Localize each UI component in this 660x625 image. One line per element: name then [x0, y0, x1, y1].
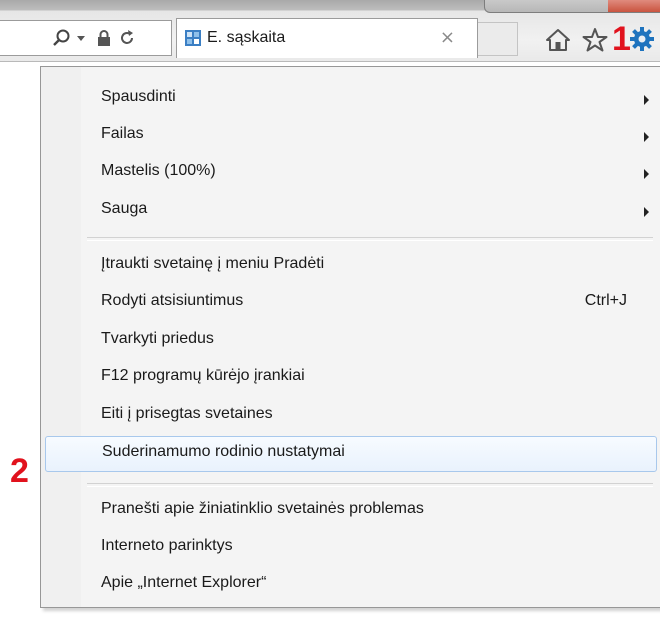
menu-item-about-internet-explorer[interactable]: Apie „Internet Explorer“: [43, 567, 655, 603]
submenu-arrow-icon: [644, 132, 649, 142]
menu-item-file[interactable]: Failas: [43, 118, 655, 154]
annotation-marker-2: 2: [10, 452, 29, 490]
menu-separator: [87, 483, 653, 487]
menu-item-label: Įtraukti svetainę į meniu Pradėti: [101, 255, 325, 272]
menu-item-label: Pranešti apie žiniatinklio svetainės pro…: [101, 500, 424, 517]
tools-gear-icon[interactable]: [628, 25, 654, 51]
menu-item-label: Eiti į prisegtas svetaines: [101, 405, 273, 422]
window-controls[interactable]: [484, 0, 660, 13]
submenu-arrow-icon: [644, 207, 649, 217]
menu-item-label: Apie „Internet Explorer“: [101, 574, 267, 591]
menu-item-label: Rodyti atsisiuntimus: [101, 292, 244, 309]
menu-item-label: Suderinamumo rodinio nustatymai: [102, 443, 345, 460]
menu-item-pinned-sites[interactable]: Eiti į prisegtas svetaines: [43, 398, 655, 434]
home-icon[interactable]: [545, 27, 571, 53]
close-window-button[interactable]: [608, 0, 660, 12]
menu-separator: [87, 237, 653, 241]
menu-item-label: Interneto parinktys: [101, 537, 233, 554]
menu-item-label: Tvarkyti priedus: [101, 330, 214, 347]
menu-item-f12-developer-tools[interactable]: F12 programų kūrėjo įrankiai: [43, 360, 655, 396]
menu-item-add-site-to-start[interactable]: Įtraukti svetainę į meniu Pradėti: [43, 248, 655, 284]
refresh-icon[interactable]: [117, 28, 137, 48]
menu-item-label: Spausdinti: [101, 88, 176, 105]
submenu-arrow-icon: [644, 95, 649, 105]
menu-item-zoom[interactable]: Mastelis (100%): [43, 155, 655, 191]
tab-close-icon[interactable]: ×: [440, 28, 455, 48]
menu-item-report-website-problems[interactable]: Pranešti apie žiniatinklio svetainės pro…: [43, 493, 655, 529]
site-favicon-icon: [185, 30, 201, 46]
menu-item-print[interactable]: Spausdinti: [43, 81, 655, 117]
menu-item-safety[interactable]: Sauga: [43, 193, 655, 229]
tab-e-saskaita[interactable]: E. sąskaita ×: [176, 18, 478, 58]
menu-item-label: Sauga: [101, 200, 148, 217]
search-icon[interactable]: [52, 28, 72, 48]
new-tab-button[interactable]: [478, 22, 518, 56]
menu-item-manage-addons[interactable]: Tvarkyti priedus: [43, 323, 655, 359]
keyboard-shortcut: Ctrl+J: [584, 292, 627, 309]
browser-toolbar: E. sąskaita × 1: [0, 0, 660, 62]
tools-menu: Spausdinti Failas Mastelis (100%) Sauga …: [40, 66, 660, 608]
menu-item-internet-options[interactable]: Interneto parinktys: [43, 530, 655, 566]
submenu-arrow-icon: [644, 169, 649, 179]
favorites-star-icon[interactable]: [582, 27, 608, 53]
annotation-marker-1: 1: [612, 20, 631, 58]
menu-item-compatibility-view-settings[interactable]: Suderinamumo rodinio nustatymai: [45, 436, 657, 472]
menu-item-label: Failas: [101, 125, 144, 142]
menu-item-label: Mastelis (100%): [101, 162, 216, 179]
menu-item-label: F12 programų kūrėjo įrankiai: [101, 367, 305, 384]
lock-icon[interactable]: [94, 28, 114, 48]
tab-title: E. sąskaita: [207, 29, 286, 46]
menu-item-view-downloads[interactable]: Rodyti atsisiuntimus Ctrl+J: [43, 285, 655, 321]
address-dropdown-icon[interactable]: [74, 28, 88, 48]
